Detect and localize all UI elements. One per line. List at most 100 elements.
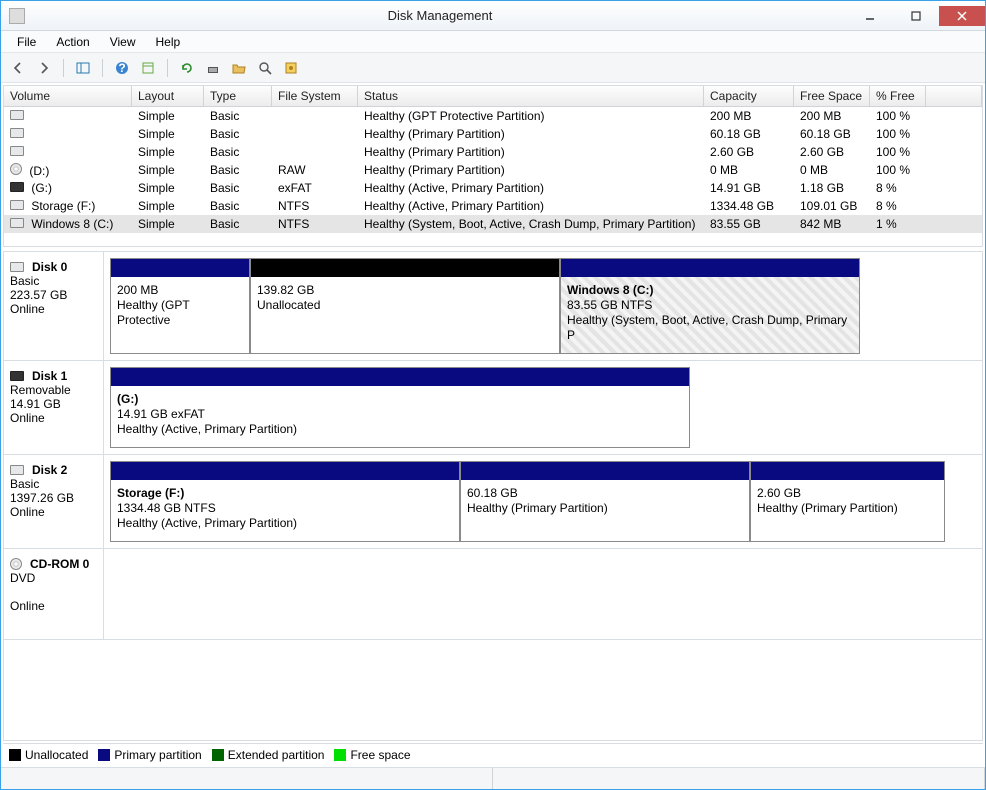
cell-pct: 100 %: [870, 108, 926, 124]
disk-label[interactable]: Disk 0Basic223.57 GBOnline: [4, 252, 104, 360]
cell-capacity: 14.91 GB: [704, 180, 794, 196]
partition[interactable]: (G:)14.91 GB exFATHealthy (Active, Prima…: [110, 367, 690, 448]
partition[interactable]: 139.82 GBUnallocated: [250, 258, 560, 354]
cell-fs: RAW: [272, 162, 358, 178]
col-header-pct[interactable]: % Free: [870, 86, 926, 106]
col-header-layout[interactable]: Layout: [132, 86, 204, 106]
refresh-button[interactable]: [176, 57, 198, 79]
settings-button[interactable]: [137, 57, 159, 79]
col-header-status[interactable]: Status: [358, 86, 704, 106]
cell-type: Basic: [204, 162, 272, 178]
menu-view[interactable]: View: [102, 33, 144, 50]
disk-row[interactable]: Disk 0Basic223.57 GBOnline200 MBHealthy …: [4, 252, 982, 361]
volume-icon: [10, 146, 24, 156]
partition[interactable]: 2.60 GBHealthy (Primary Partition): [750, 461, 945, 542]
legend-unallocated-label: Unallocated: [25, 748, 88, 762]
menu-help[interactable]: Help: [148, 33, 189, 50]
cell-status: Healthy (Active, Primary Partition): [358, 180, 704, 196]
col-header-fs[interactable]: File System: [272, 86, 358, 106]
col-header-capacity[interactable]: Capacity: [704, 86, 794, 106]
cell-capacity: 200 MB: [704, 108, 794, 124]
col-header-free[interactable]: Free Space: [794, 86, 870, 106]
disk-row[interactable]: CD-ROM 0DVDOnline: [4, 549, 982, 640]
volume-row[interactable]: SimpleBasicHealthy (Primary Partition)60…: [4, 125, 982, 143]
minimize-button[interactable]: [847, 6, 893, 26]
col-header-type[interactable]: Type: [204, 86, 272, 106]
volume-row[interactable]: Storage (F:)SimpleBasicNTFSHealthy (Acti…: [4, 197, 982, 215]
cell-free: 1.18 GB: [794, 180, 870, 196]
forward-button[interactable]: [33, 57, 55, 79]
cell-type: Basic: [204, 126, 272, 142]
volume-icon: [10, 110, 24, 120]
volume-row[interactable]: (D:)SimpleBasicRAWHealthy (Primary Parti…: [4, 161, 982, 179]
disk-label[interactable]: Disk 1Removable14.91 GBOnline: [4, 361, 104, 454]
partition-body: 60.18 GBHealthy (Primary Partition): [461, 480, 749, 526]
rescan-disks-button[interactable]: [202, 57, 224, 79]
cell-volume: (G:): [4, 180, 132, 196]
col-header-volume[interactable]: Volume: [4, 86, 132, 106]
cell-pct: 100 %: [870, 144, 926, 160]
cell-fs: NTFS: [272, 216, 358, 232]
cell-type: Basic: [204, 180, 272, 196]
cell-layout: Simple: [132, 198, 204, 214]
open-button[interactable]: [228, 57, 250, 79]
help-button[interactable]: ?: [111, 57, 133, 79]
disk-label[interactable]: Disk 2Basic1397.26 GBOnline: [4, 455, 104, 548]
cell-capacity: 1334.48 GB: [704, 198, 794, 214]
cell-free: 60.18 GB: [794, 126, 870, 142]
cell-layout: Simple: [132, 126, 204, 142]
window-title: Disk Management: [33, 8, 847, 23]
cell-layout: Simple: [132, 180, 204, 196]
properties-button[interactable]: [280, 57, 302, 79]
cell-fs: [272, 151, 358, 153]
cell-capacity: 83.55 GB: [704, 216, 794, 232]
legend-free-swatch: [334, 749, 346, 761]
disk-partitions: [104, 549, 982, 639]
menu-file[interactable]: File: [9, 33, 44, 50]
partition-stripe: [251, 259, 559, 277]
svg-text:?: ?: [118, 61, 125, 75]
partition-body: Storage (F:)1334.48 GB NTFSHealthy (Acti…: [111, 480, 459, 541]
titlebar: Disk Management: [1, 1, 985, 31]
back-button[interactable]: [7, 57, 29, 79]
close-button[interactable]: [939, 6, 985, 26]
volume-row[interactable]: (G:)SimpleBasicexFATHealthy (Active, Pri…: [4, 179, 982, 197]
volume-list[interactable]: VolumeLayoutTypeFile SystemStatusCapacit…: [3, 85, 983, 247]
partition-stripe: [461, 462, 749, 480]
cell-capacity: 60.18 GB: [704, 126, 794, 142]
partition[interactable]: 60.18 GBHealthy (Primary Partition): [460, 461, 750, 542]
volume-row[interactable]: Windows 8 (C:)SimpleBasicNTFSHealthy (Sy…: [4, 215, 982, 233]
partition[interactable]: Windows 8 (C:)83.55 GB NTFSHealthy (Syst…: [560, 258, 860, 354]
volume-row[interactable]: SimpleBasicHealthy (Primary Partition)2.…: [4, 143, 982, 161]
menubar: File Action View Help: [1, 31, 985, 53]
find-button[interactable]: [254, 57, 276, 79]
cell-layout: Simple: [132, 216, 204, 232]
partition-body: 200 MBHealthy (GPT Protective: [111, 277, 249, 338]
cell-volume: Windows 8 (C:): [4, 216, 132, 232]
partition-body: 2.60 GBHealthy (Primary Partition): [751, 480, 944, 526]
cell-volume: [4, 144, 132, 160]
cell-layout: Simple: [132, 144, 204, 160]
cell-type: Basic: [204, 216, 272, 232]
cell-type: Basic: [204, 144, 272, 160]
cell-free: 109.01 GB: [794, 198, 870, 214]
disk-row[interactable]: Disk 1Removable14.91 GBOnline (G:)14.91 …: [4, 361, 982, 455]
cell-capacity: 0 MB: [704, 162, 794, 178]
disk-icon: [10, 371, 24, 381]
partition-stripe: [111, 462, 459, 480]
menu-action[interactable]: Action: [48, 33, 97, 50]
show-hide-console-tree-button[interactable]: [72, 57, 94, 79]
maximize-button[interactable]: [893, 6, 939, 26]
disk-graphical-view[interactable]: Disk 0Basic223.57 GBOnline200 MBHealthy …: [3, 251, 983, 741]
cell-status: Healthy (Primary Partition): [358, 162, 704, 178]
partition[interactable]: Storage (F:)1334.48 GB NTFSHealthy (Acti…: [110, 461, 460, 542]
legend-extended-label: Extended partition: [228, 748, 325, 762]
volume-row[interactable]: SimpleBasicHealthy (GPT Protective Parti…: [4, 107, 982, 125]
volume-icon: [10, 218, 24, 228]
cell-layout: Simple: [132, 162, 204, 178]
disk-label[interactable]: CD-ROM 0DVDOnline: [4, 549, 104, 639]
volume-icon: [10, 182, 24, 192]
partition[interactable]: 200 MBHealthy (GPT Protective: [110, 258, 250, 354]
volume-icon: [10, 163, 22, 175]
disk-row[interactable]: Disk 2Basic1397.26 GBOnlineStorage (F:)1…: [4, 455, 982, 549]
